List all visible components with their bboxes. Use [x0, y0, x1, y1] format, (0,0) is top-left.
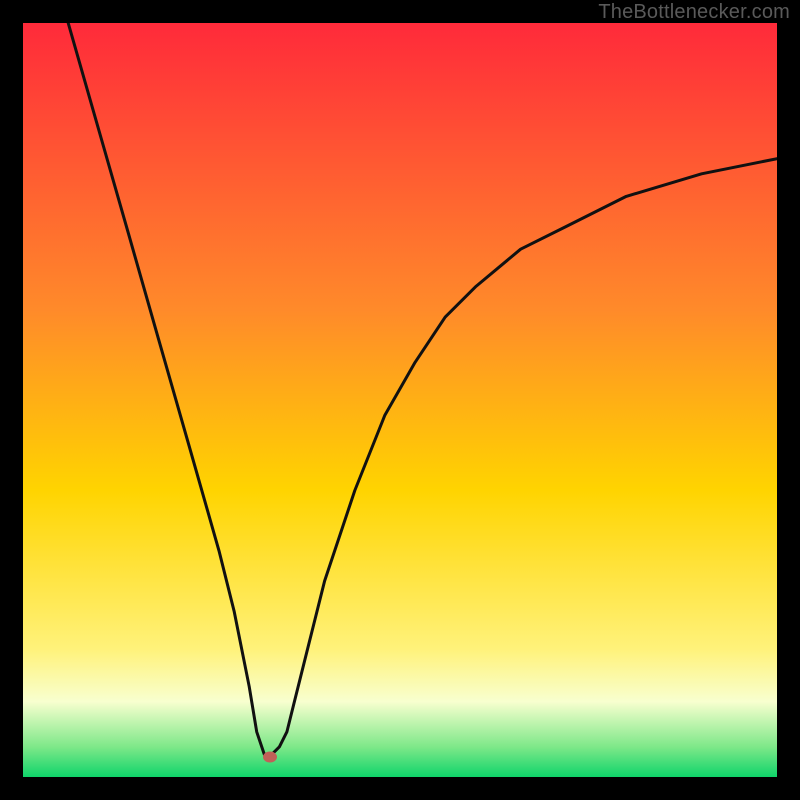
optimum-marker [263, 751, 277, 762]
bottleneck-curve [23, 23, 777, 777]
plot-area [23, 23, 777, 777]
watermark-text: TheBottlenecker.com [598, 1, 790, 24]
chart-stage: TheBottlenecker.com [0, 0, 800, 800]
